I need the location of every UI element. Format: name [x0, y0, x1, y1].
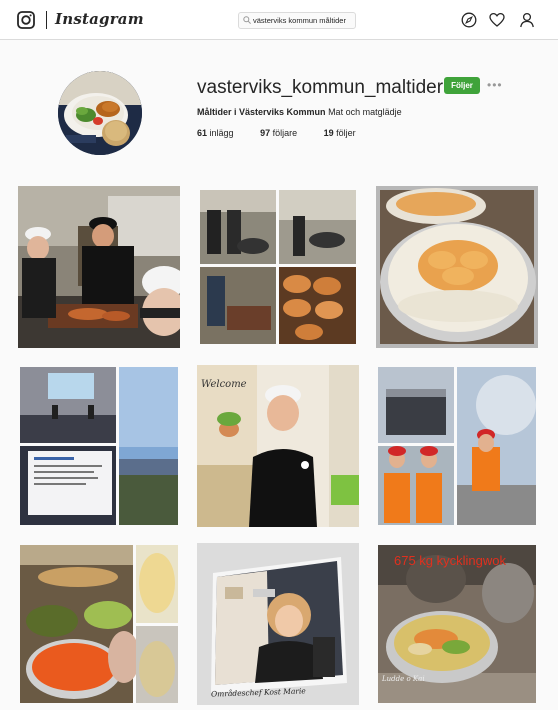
profile-stats: 61 inlägg 97 följare 19 följer	[197, 128, 380, 138]
profile-full-name: Måltider i Västerviks Kommun	[197, 107, 326, 117]
slide-title-text: Welcome	[201, 379, 247, 390]
heart-icon[interactable]	[489, 12, 505, 28]
post-thumbnail-8-manager-photo[interactable]: Områdeschef Kost Marie	[197, 543, 359, 705]
profile-bio-text: Mat och matglädje	[328, 107, 402, 117]
profile-username: vasterviks_kommun_maltider	[197, 77, 444, 98]
followers-stat[interactable]: 97 följare	[260, 128, 297, 138]
post-thumbnail-5-staff-portrait[interactable]: Welcome	[197, 365, 359, 527]
following-button[interactable]: Följer	[444, 77, 480, 94]
profile-avatar[interactable]	[58, 71, 142, 155]
post-image	[197, 543, 359, 705]
post-thumbnail-9-wok[interactable]: 675 kg kycklingwok Ludde o Kai	[376, 543, 538, 705]
post-image	[18, 543, 180, 705]
post-thumbnail-6-kitchen-staff[interactable]	[376, 365, 538, 527]
more-options-icon[interactable]: •••	[487, 78, 503, 92]
post-image	[376, 186, 538, 348]
post-thumbnail-1-grilling[interactable]	[18, 186, 180, 348]
search-value: västerviks kommun måltider	[253, 16, 346, 25]
instagram-camera-icon[interactable]	[17, 11, 35, 29]
search-icon	[243, 16, 251, 24]
post-image	[376, 365, 538, 527]
post-thumbnail-2-collage[interactable]	[197, 186, 359, 348]
profile-icon[interactable]	[519, 12, 535, 28]
instagram-wordmark[interactable]: Instagram	[55, 10, 144, 28]
top-navigation-bar: Instagram västerviks kommun måltider	[0, 0, 558, 40]
explore-compass-icon[interactable]	[461, 12, 477, 28]
avatar-food-plate-image	[58, 71, 142, 155]
overlay-sign-text: Ludde o Kai	[382, 675, 425, 683]
search-input[interactable]: västerviks kommun måltider	[238, 12, 356, 29]
post-image	[18, 365, 180, 527]
post-thumbnail-3-cake[interactable]	[376, 186, 538, 348]
post-image	[18, 186, 180, 348]
logo-divider	[46, 11, 47, 29]
following-stat[interactable]: 19 följer	[324, 128, 356, 138]
posts-stat[interactable]: 61 inlägg	[197, 128, 234, 138]
post-thumbnail-4-presentation[interactable]	[18, 365, 180, 527]
overlay-title-text: 675 kg kycklingwok	[394, 553, 506, 568]
post-thumbnail-7-buffet[interactable]	[18, 543, 180, 705]
profile-bio: Måltider i Västerviks Kommun Mat och mat…	[197, 107, 402, 117]
post-image	[197, 186, 359, 348]
